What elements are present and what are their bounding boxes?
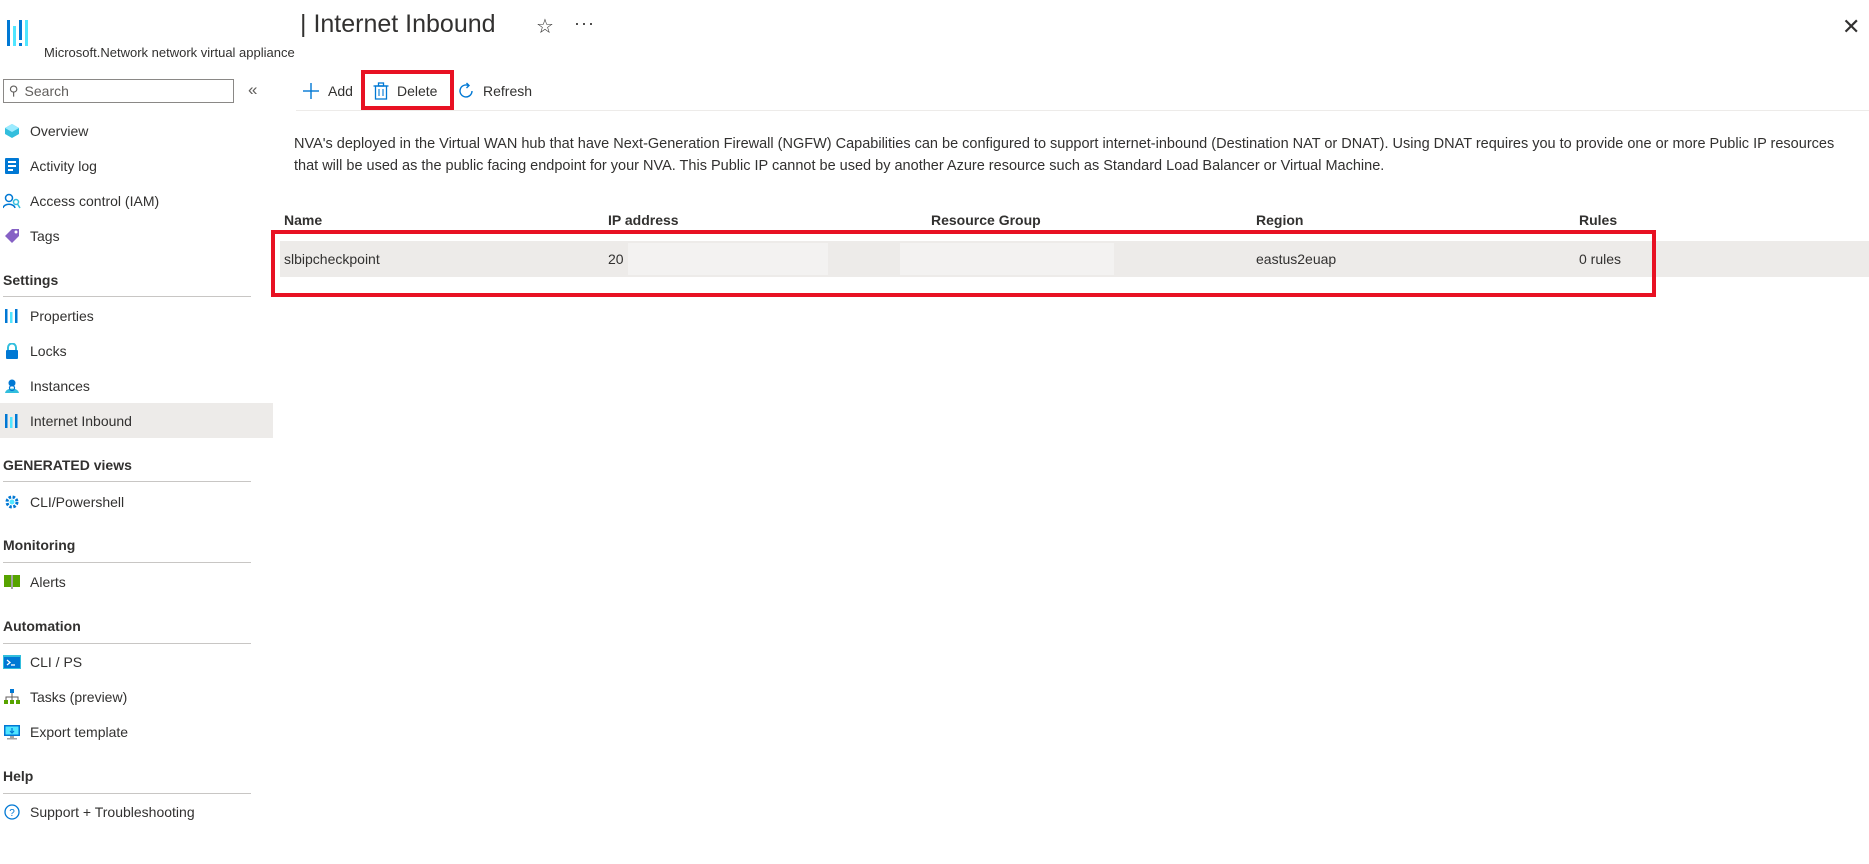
more-options-icon[interactable]: ··· — [574, 13, 595, 34]
refresh-button-label: Refresh — [483, 83, 533, 99]
tag-icon — [3, 227, 21, 245]
sidebar-item-alerts[interactable]: Alerts — [0, 564, 273, 599]
search-icon: ⚲ — [9, 83, 19, 98]
toolbar-divider — [296, 110, 1869, 111]
section-generated-views: GENERATED views — [3, 457, 132, 473]
refresh-icon — [457, 82, 475, 100]
section-divider — [3, 562, 251, 563]
search-placeholder: Search — [24, 83, 69, 99]
help-circle-icon: ? — [3, 803, 21, 821]
iam-icon — [3, 192, 21, 210]
page-subtitle: Microsoft.Network network virtual applia… — [44, 45, 295, 60]
sidebar-item-label: Access control (IAM) — [30, 192, 160, 209]
redacted-ip — [628, 243, 828, 275]
section-help: Help — [3, 768, 34, 784]
refresh-button[interactable]: Refresh — [457, 80, 532, 102]
close-icon[interactable]: ✕ — [1842, 14, 1860, 40]
sidebar-item-label: Properties — [30, 307, 94, 324]
section-monitoring: Monitoring — [3, 537, 76, 553]
sidebar-item-tasks[interactable]: Tasks (preview) — [0, 679, 273, 714]
sidebar-item-label: Instances — [30, 377, 90, 394]
column-header-resource-group[interactable]: Resource Group — [931, 212, 1041, 228]
column-header-rules[interactable]: Rules — [1579, 212, 1617, 228]
favorite-star-icon[interactable]: ☆ — [536, 14, 554, 39]
sidebar-item-label: Export template — [30, 723, 129, 740]
sidebar-item-label: Overview — [30, 122, 89, 139]
add-button-label: Add — [328, 83, 353, 99]
collapse-sidebar-icon[interactable]: « — [248, 80, 257, 100]
lock-icon — [3, 342, 21, 360]
redacted-resource-group — [900, 243, 1114, 275]
sidebar-item-access-control[interactable]: Access control (IAM) — [0, 183, 273, 218]
delete-button-label: Delete — [397, 83, 438, 99]
sidebar-item-label: Alerts — [30, 573, 66, 590]
section-automation: Automation — [3, 618, 81, 634]
overview-icon — [3, 122, 21, 140]
column-header-region[interactable]: Region — [1256, 212, 1303, 228]
instances-icon — [3, 377, 21, 395]
svg-text:?: ? — [9, 808, 15, 819]
delete-button[interactable]: Delete — [373, 80, 437, 102]
cell-name[interactable]: slbipcheckpoint — [284, 251, 380, 267]
internet-inbound-icon — [3, 412, 21, 430]
sidebar-item-label: Tags — [30, 227, 60, 244]
sidebar-item-activity-log[interactable]: Activity log — [0, 148, 273, 183]
add-button[interactable]: Add — [302, 80, 353, 102]
sidebar-item-label: CLI / PS — [30, 653, 83, 670]
activity-log-icon — [3, 157, 21, 175]
sidebar-item-cli-powershell[interactable]: CLI/Powershell — [0, 484, 273, 519]
properties-icon — [3, 307, 21, 325]
sidebar-item-tags[interactable]: Tags — [0, 218, 273, 253]
sidebar-item-label: CLI/Powershell — [30, 493, 125, 510]
sidebar-item-label: Support + Troubleshooting — [30, 803, 195, 820]
cell-ip-address: 20 — [608, 251, 624, 267]
sidebar-item-label: Internet Inbound — [30, 412, 132, 429]
page-title: | Internet Inbound — [300, 10, 496, 38]
sidebar-item-internet-inbound[interactable]: Internet Inbound — [0, 403, 273, 438]
description-text: NVA's deployed in the Virtual WAN hub th… — [294, 136, 1835, 174]
export-template-icon — [3, 723, 21, 741]
column-header-ip-address[interactable]: IP address — [608, 212, 679, 228]
section-settings: Settings — [3, 272, 59, 288]
terminal-icon — [3, 653, 21, 671]
sidebar-item-instances[interactable]: Instances — [0, 368, 273, 403]
gear-icon — [3, 493, 21, 511]
tasks-icon — [3, 688, 21, 706]
section-divider — [3, 481, 251, 482]
plus-icon — [302, 82, 320, 100]
alerts-icon — [3, 573, 21, 591]
nva-logo-icon — [6, 16, 32, 52]
column-header-name[interactable]: Name — [284, 212, 322, 228]
sidebar-item-support[interactable]: ? Support + Troubleshooting — [0, 794, 273, 829]
sidebar-item-label: Activity log — [30, 157, 97, 174]
section-divider — [3, 296, 251, 297]
sidebar-item-overview[interactable]: Overview — [0, 113, 273, 148]
trash-icon — [373, 82, 389, 100]
cell-region: eastus2euap — [1256, 251, 1337, 267]
sidebar-item-export-template[interactable]: Export template — [0, 714, 273, 749]
sidebar-item-properties[interactable]: Properties — [0, 298, 273, 333]
cell-rules[interactable]: 0 rules — [1579, 251, 1621, 267]
sidebar-item-cli-ps[interactable]: CLI / PS — [0, 644, 273, 679]
sidebar-item-label: Tasks (preview) — [30, 688, 128, 705]
sidebar-item-label: Locks — [30, 342, 67, 359]
search-input[interactable]: ⚲ Search — [3, 79, 234, 103]
sidebar-item-locks[interactable]: Locks — [0, 333, 273, 368]
